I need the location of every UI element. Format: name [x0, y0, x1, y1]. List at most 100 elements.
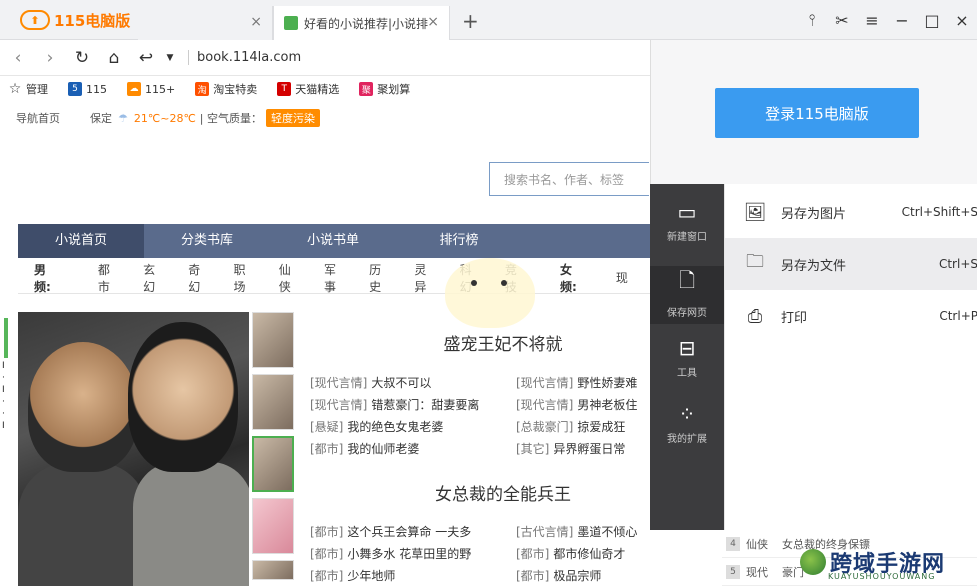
bookmark-manage[interactable]: ☆ 管理	[8, 81, 48, 97]
globe-icon	[800, 549, 826, 575]
list-item[interactable]: [现代言情] 错惹豪门：甜妻要离	[310, 394, 479, 416]
book-name[interactable]: 异界孵蛋日常	[553, 442, 625, 456]
tab-novel[interactable]: 好看的小说推荐|小说排 ×	[273, 6, 450, 40]
bookmark-115plus[interactable]: ☁ 115+	[127, 82, 175, 96]
book-name[interactable]: 墨道不倾心	[577, 525, 637, 539]
list-item[interactable]: [都市] 小舞多水 花草田里的野	[310, 543, 471, 565]
book-name[interactable]: 大叔不可以	[371, 376, 431, 390]
category-link[interactable]: 玄幻	[143, 261, 166, 295]
category-link[interactable]: 奇幻	[188, 261, 211, 295]
menu-label: 工具	[677, 368, 697, 379]
air-quality-label: | 空气质量：	[199, 112, 262, 125]
list-item[interactable]: [都市] 极品宗师	[516, 565, 650, 586]
book-name[interactable]: 我的仙师老婆	[347, 442, 419, 456]
home-icon[interactable]: ⌂	[100, 48, 128, 68]
left-marker	[4, 318, 8, 358]
new-tab-button[interactable]: +	[462, 9, 479, 33]
featured-photo[interactable]	[18, 312, 249, 586]
book-name[interactable]: 掠爱成狂	[577, 420, 625, 434]
category-link[interactable]: 历史	[369, 261, 392, 295]
extensions-icon: ⁘	[678, 402, 696, 426]
genre: [其它]	[516, 442, 550, 456]
close-icon[interactable]: ×	[250, 14, 262, 30]
menu-icon[interactable]: ≡	[857, 11, 887, 30]
list-item[interactable]: [其它] 异界孵蛋日常	[516, 438, 650, 460]
bookmark-tmall[interactable]: T 天猫精选	[277, 81, 339, 97]
dropdown-icon[interactable]: ▼	[164, 53, 176, 63]
city[interactable]: 保定	[90, 110, 112, 126]
tmall-icon: T	[277, 82, 292, 96]
list-item[interactable]: [都市] 少年地师	[310, 565, 471, 586]
menu-new-window[interactable]: ▭ 新建窗口	[650, 200, 724, 243]
book-title[interactable]: 盛宠王妃不将就	[328, 330, 678, 355]
genre: [现代言情]	[310, 398, 368, 412]
list-item[interactable]: [都市] 我的仙师老婆	[310, 438, 479, 460]
book-name[interactable]: 都市修仙奇才	[553, 547, 625, 561]
list-item[interactable]: [现代言情] 男神老板住	[516, 394, 650, 416]
forward-icon[interactable]: ›	[36, 48, 64, 68]
category-link[interactable]: 灵异	[414, 261, 437, 295]
list-item[interactable]: [都市] 都市修仙奇才	[516, 543, 650, 565]
thumbnail[interactable]	[252, 498, 294, 554]
menu-save-page[interactable]: 🗋 保存网页	[650, 266, 724, 324]
category-link[interactable]: 都市	[98, 261, 121, 295]
refresh-icon[interactable]: ↻	[68, 48, 96, 68]
category-link[interactable]: 军事	[324, 261, 347, 295]
back-icon[interactable]: ‹	[4, 48, 32, 68]
browser-logo[interactable]: ⬆ 115电脑版	[0, 0, 138, 40]
login-button[interactable]: 登录115电脑版	[715, 88, 919, 138]
save-as-image[interactable]: 🖼 另存为图片 Ctrl+Shift+S	[725, 186, 977, 238]
tab-bar: ⬆ 115电脑版 × 好看的小说推荐|小说排 × + ⫯ ✂ ≡ − □ ×	[0, 0, 977, 40]
book-name[interactable]: 少年地师	[347, 569, 395, 583]
nav-home[interactable]: 小说首页	[18, 224, 144, 258]
scissors-icon[interactable]: ✂	[827, 11, 857, 30]
juhuasuan-icon: 聚	[359, 82, 374, 96]
thumbnail[interactable]	[252, 560, 294, 580]
category-link[interactable]: 现	[616, 269, 628, 286]
nav-category[interactable]: 分类书库	[144, 224, 270, 258]
url-input[interactable]: book.114la.com	[188, 50, 301, 65]
search-input[interactable]: 搜索书名、作者、标签	[489, 162, 649, 196]
list-item[interactable]: [都市] 这个兵王会算命 一夫多	[310, 521, 471, 543]
submenu-label: 打印	[781, 310, 808, 326]
info-bar: 导航首页 保定 ☂ 21℃~28℃ | 空气质量： 轻度污染	[0, 104, 650, 132]
list-item[interactable]: [现代言情] 大叔不可以	[310, 372, 479, 394]
book-name[interactable]: 野性娇妻难	[577, 376, 637, 390]
genre: [都市]	[516, 547, 550, 561]
list-item[interactable]: [现代言情] 野性娇妻难	[516, 372, 650, 394]
nav-booklist[interactable]: 小说书单	[270, 224, 396, 258]
category-link[interactable]: 职场	[234, 261, 257, 295]
list-item[interactable]: [悬疑] 我的绝色女鬼老婆	[310, 416, 479, 438]
nav-home-link[interactable]: 导航首页	[16, 110, 60, 126]
close-icon[interactable]: ×	[427, 14, 439, 30]
list-item[interactable]: [总裁豪门] 掠爱成狂	[516, 416, 650, 438]
split-icon[interactable]: ⫯	[797, 10, 827, 30]
book-name[interactable]: 这个兵王会算命 一夫多	[347, 525, 471, 539]
tab-blank[interactable]: ×	[138, 6, 273, 40]
bookmark-taobao[interactable]: 淘 淘宝特卖	[195, 81, 257, 97]
nav-ranking[interactable]: 排行榜	[396, 224, 522, 258]
undo-icon[interactable]: ↩	[132, 48, 160, 68]
window-close-icon[interactable]: ×	[947, 11, 977, 30]
bookmark-juhuasuan[interactable]: 聚 聚划算	[359, 81, 410, 97]
menu-tools[interactable]: ⊟ 工具	[650, 336, 724, 379]
thumbnail[interactable]	[252, 436, 294, 492]
book-name[interactable]: 错惹豪门：甜妻要离	[371, 398, 479, 412]
category-link[interactable]: 仙侠	[279, 261, 302, 295]
book-name[interactable]: 我的绝色女鬼老婆	[347, 420, 443, 434]
book-name[interactable]: 极品宗师	[553, 569, 601, 583]
save-as-file[interactable]: 🗀 另存为文件 Ctrl+S	[725, 238, 977, 290]
menu-extensions[interactable]: ⁘ 我的扩展	[650, 402, 724, 445]
print[interactable]: ⎙ 打印 Ctrl+P	[725, 290, 977, 342]
maximize-icon[interactable]: □	[917, 11, 947, 30]
list-item[interactable]: [古代言情] 墨道不倾心	[516, 521, 650, 543]
thumbnail[interactable]	[252, 374, 294, 430]
book-name[interactable]: 小舞多水 花草田里的野	[347, 547, 471, 561]
thumbnail[interactable]	[252, 312, 294, 368]
tab-title: 好看的小说推荐|小说排	[304, 16, 429, 31]
submenu-label: 另存为文件	[781, 258, 847, 274]
minimize-icon[interactable]: −	[887, 11, 917, 30]
book-title[interactable]: 女总裁的全能兵王	[328, 480, 678, 505]
bookmark-115[interactable]: 5 115	[68, 82, 107, 96]
book-name[interactable]: 男神老板住	[577, 398, 637, 412]
